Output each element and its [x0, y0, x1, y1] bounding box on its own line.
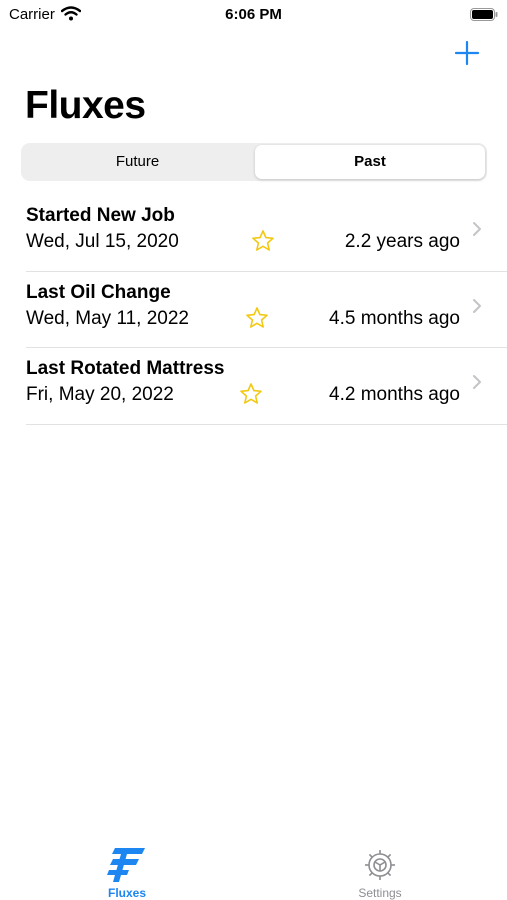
star-icon[interactable] — [239, 382, 263, 406]
gear-icon — [365, 850, 395, 880]
page-title: Fluxes — [25, 84, 146, 127]
flux-list: Started New Job Wed, Jul 15, 2020 2.2 ye… — [0, 195, 507, 425]
flux-elapsed: 4.2 months ago — [329, 384, 460, 405]
chevron-right-icon — [473, 222, 481, 236]
time-segmented-control: Future Past — [21, 143, 487, 181]
battery-icon — [470, 8, 498, 21]
status-bar: Carrier 6:06 PM — [0, 0, 507, 30]
tab-fluxes[interactable]: Fluxes — [67, 846, 187, 900]
flux-row-started-new-job[interactable]: Started New Job Wed, Jul 15, 2020 2.2 ye… — [0, 195, 507, 272]
chevron-right-icon — [473, 375, 481, 389]
flux-row-last-oil-change[interactable]: Last Oil Change Wed, May 11, 2022 4.5 mo… — [0, 272, 507, 348]
flux-date: Fri, May 20, 2022 — [26, 384, 174, 405]
flux-title: Last Rotated Mattress — [26, 358, 225, 379]
add-flux-button[interactable] — [452, 38, 482, 68]
tab-fluxes-label: Fluxes — [107, 886, 146, 900]
flux-elapsed: 4.5 months ago — [329, 307, 460, 329]
tab-settings-label: Settings — [358, 886, 402, 900]
flux-date: Wed, May 11, 2022 — [26, 307, 190, 329]
star-icon[interactable] — [245, 306, 269, 330]
segment-past[interactable]: Past — [255, 145, 485, 179]
fluxes-logo-icon — [107, 848, 145, 882]
flux-date: Wed, Jul 15, 2020 — [26, 231, 179, 252]
flux-elapsed: 2.2 years ago — [344, 231, 460, 252]
segment-future[interactable]: Future — [23, 145, 252, 179]
status-time: 6:06 PM — [225, 6, 282, 23]
flux-title: Last Oil Change — [26, 281, 171, 303]
chevron-right-icon — [473, 298, 481, 313]
flux-title: Started New Job — [26, 205, 175, 226]
flux-row-last-rotated-mattress[interactable]: Last Rotated Mattress Fri, May 20, 2022 … — [0, 348, 507, 425]
tab-bar: Fluxes Settings — [0, 840, 507, 900]
tab-settings[interactable]: Settings — [320, 846, 440, 900]
star-icon[interactable] — [251, 229, 275, 253]
row-divider — [26, 423, 507, 425]
